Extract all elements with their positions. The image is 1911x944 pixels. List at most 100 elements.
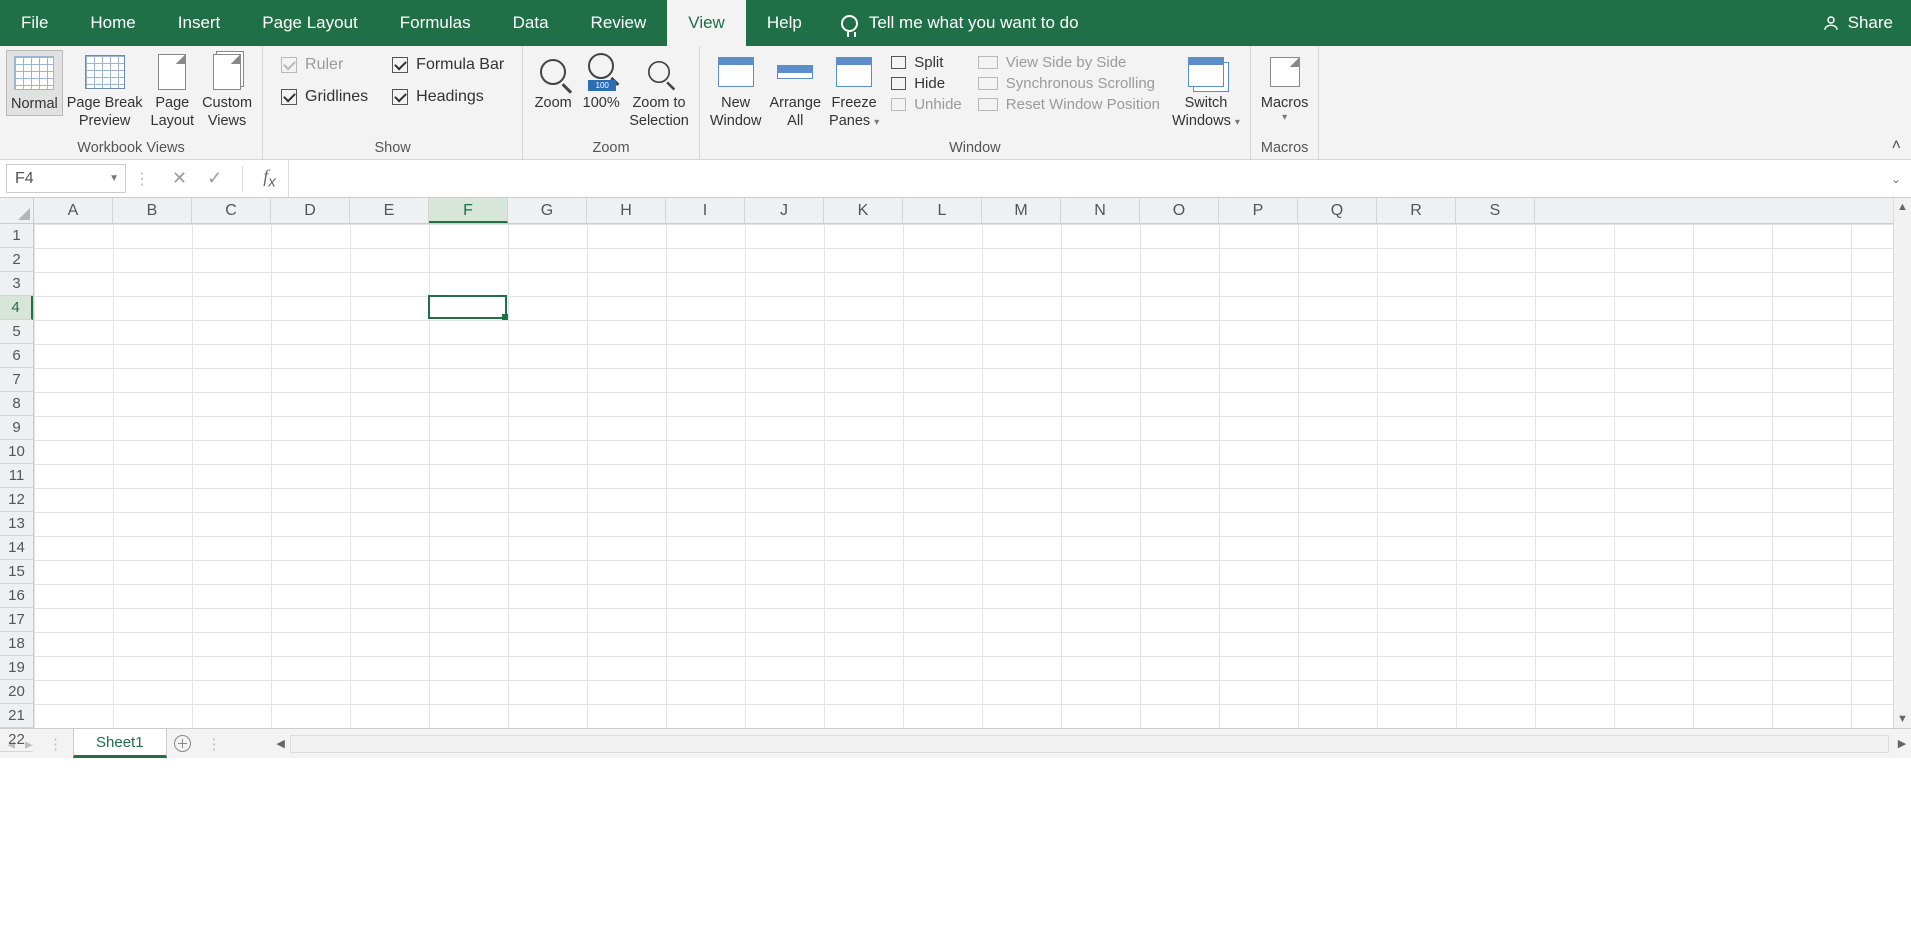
row-header[interactable]: 13 xyxy=(0,512,33,536)
share-button[interactable]: Share xyxy=(1822,0,1893,46)
row-header[interactable]: 3 xyxy=(0,272,33,296)
column-header[interactable]: L xyxy=(903,198,982,223)
collapse-ribbon-button[interactable]: ˄ xyxy=(1892,137,1901,155)
macros-button[interactable]: Macros ▾ xyxy=(1257,50,1313,127)
name-box-dropdown-icon[interactable]: ▼ xyxy=(109,173,119,184)
tab-formulas[interactable]: Formulas xyxy=(379,0,492,46)
row-header[interactable]: 15 xyxy=(0,560,33,584)
custom-views-button[interactable]: Custom Views xyxy=(198,50,256,132)
scroll-right-button[interactable]: ▶ xyxy=(1893,737,1911,750)
column-header[interactable]: J xyxy=(745,198,824,223)
row-header[interactable]: 8 xyxy=(0,392,33,416)
column-header[interactable]: C xyxy=(192,198,271,223)
row-header[interactable]: 16 xyxy=(0,584,33,608)
column-header[interactable]: R xyxy=(1377,198,1456,223)
scroll-left-button[interactable]: ◀ xyxy=(272,737,290,750)
column-header[interactable]: I xyxy=(666,198,745,223)
sheet-tab-active[interactable]: Sheet1 xyxy=(73,729,167,758)
ribbon-view: Normal Page Break Preview Page Layout Cu… xyxy=(0,46,1911,160)
page-break-preview-button[interactable]: Page Break Preview xyxy=(63,50,147,132)
column-header[interactable]: S xyxy=(1456,198,1535,223)
row-header[interactable]: 21 xyxy=(0,704,33,728)
column-header[interactable]: H xyxy=(587,198,666,223)
row-header[interactable]: 10 xyxy=(0,440,33,464)
select-all-corner[interactable] xyxy=(0,198,34,224)
column-header[interactable]: D xyxy=(271,198,350,223)
group-label-zoom: Zoom xyxy=(529,138,693,159)
tab-data[interactable]: Data xyxy=(492,0,570,46)
row-header[interactable]: 22 xyxy=(0,728,33,752)
headings-checkbox[interactable]: Headings xyxy=(392,88,504,106)
tab-file[interactable]: File xyxy=(0,0,69,46)
selected-cell[interactable] xyxy=(428,295,507,319)
new-sheet-button[interactable] xyxy=(167,729,199,758)
row-header[interactable]: 19 xyxy=(0,656,33,680)
zoom-100-label: 100% xyxy=(583,94,620,112)
scroll-down-button[interactable]: ▼ xyxy=(1894,710,1911,728)
ruler-label: Ruler xyxy=(305,56,343,74)
row-header[interactable]: 12 xyxy=(0,488,33,512)
formula-bar[interactable]: ⌄ xyxy=(288,160,1911,197)
row-header[interactable]: 4 xyxy=(0,296,33,320)
freeze-panes-button[interactable]: Freeze Panes ▾ xyxy=(825,50,883,132)
zoom-100-button[interactable]: 100 100% xyxy=(577,50,625,114)
freeze-panes-icon xyxy=(834,52,874,92)
column-header[interactable]: G xyxy=(508,198,587,223)
tab-help[interactable]: Help xyxy=(746,0,823,46)
column-header[interactable]: F xyxy=(429,198,508,223)
expand-formula-bar-button[interactable]: ⌄ xyxy=(1891,172,1911,186)
insert-function-button[interactable]: fx xyxy=(263,166,276,191)
switch-windows-icon xyxy=(1186,52,1226,92)
row-header[interactable]: 9 xyxy=(0,416,33,440)
scroll-up-button[interactable]: ▲ xyxy=(1894,198,1911,216)
row-header[interactable]: 18 xyxy=(0,632,33,656)
row-header[interactable]: 5 xyxy=(0,320,33,344)
normal-view-button[interactable]: Normal xyxy=(6,50,63,116)
tab-review[interactable]: Review xyxy=(570,0,668,46)
hide-button[interactable]: Hide xyxy=(891,75,962,92)
tab-page-layout[interactable]: Page Layout xyxy=(241,0,378,46)
zoom-to-selection-button[interactable]: Zoom to Selection xyxy=(625,50,693,132)
column-header[interactable]: K xyxy=(824,198,903,223)
tab-home[interactable]: Home xyxy=(69,0,156,46)
namebox-handle[interactable]: ⋮ xyxy=(126,160,160,197)
column-header[interactable]: B xyxy=(113,198,192,223)
row-header[interactable]: 17 xyxy=(0,608,33,632)
row-header[interactable]: 11 xyxy=(0,464,33,488)
group-zoom: Zoom 100 100% Zoom to Selection Zoom xyxy=(523,46,700,159)
tab-insert[interactable]: Insert xyxy=(157,0,242,46)
hscroll-track[interactable] xyxy=(290,735,1889,753)
column-header[interactable]: A xyxy=(34,198,113,223)
tab-handle-right[interactable]: ⋮ xyxy=(199,729,232,758)
row-header[interactable]: 20 xyxy=(0,680,33,704)
column-headers[interactable]: ABCDEFGHIJKLMNOPQRS xyxy=(34,198,1893,224)
page-layout-button[interactable]: Page Layout xyxy=(147,50,199,132)
split-button[interactable]: Split xyxy=(891,54,962,71)
row-header[interactable]: 14 xyxy=(0,536,33,560)
row-header[interactable]: 6 xyxy=(0,344,33,368)
column-header[interactable]: N xyxy=(1061,198,1140,223)
gridlines-checkbox[interactable]: Gridlines xyxy=(281,88,368,106)
row-header[interactable]: 7 xyxy=(0,368,33,392)
row-header[interactable]: 2 xyxy=(0,248,33,272)
column-header[interactable]: E xyxy=(350,198,429,223)
name-box[interactable]: F4 ▼ xyxy=(6,164,126,193)
tab-handle-left[interactable]: ⋮ xyxy=(40,729,73,758)
vertical-scrollbar[interactable]: ▲ ▼ xyxy=(1893,198,1911,728)
formula-bar-checkbox[interactable]: Formula Bar xyxy=(392,56,504,74)
column-header[interactable]: Q xyxy=(1298,198,1377,223)
row-headers[interactable]: 12345678910111213141516171819202122 xyxy=(0,224,34,728)
tell-me-search[interactable]: Tell me what you want to do xyxy=(823,0,1097,46)
switch-windows-button[interactable]: Switch Windows ▾ xyxy=(1168,50,1244,132)
column-header[interactable]: M xyxy=(982,198,1061,223)
arrange-all-button[interactable]: Arrange All xyxy=(765,50,825,132)
horizontal-scrollbar[interactable]: ◀ ▶ xyxy=(232,729,1911,758)
new-window-button[interactable]: New Window xyxy=(706,50,766,132)
cell-grid[interactable] xyxy=(34,224,1893,728)
column-header[interactable]: O xyxy=(1140,198,1219,223)
tab-view[interactable]: View xyxy=(667,0,746,46)
zoom-button[interactable]: Zoom xyxy=(529,50,577,114)
column-header[interactable]: P xyxy=(1219,198,1298,223)
row-header[interactable]: 1 xyxy=(0,224,33,248)
group-label-macros: Macros xyxy=(1257,138,1313,159)
